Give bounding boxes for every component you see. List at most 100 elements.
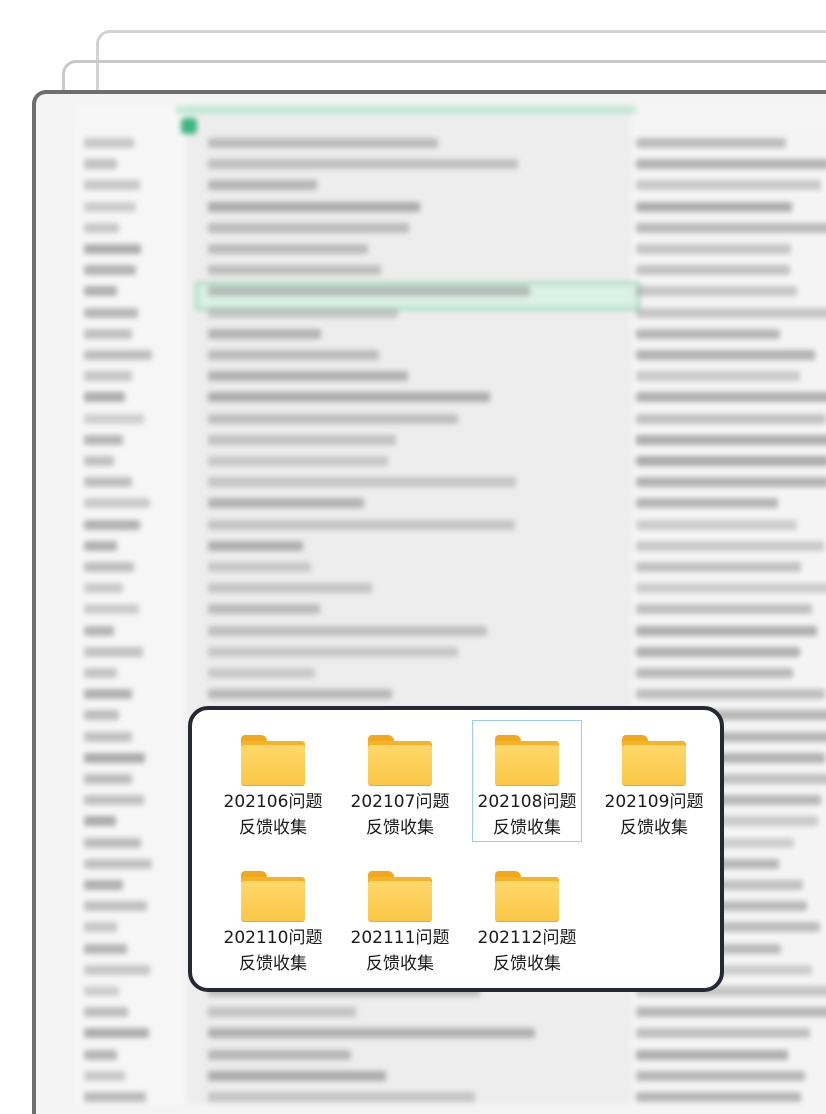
sheet-header-icon [181,118,197,134]
sheet-cell-text [84,1092,146,1102]
sheet-cell-text [208,392,490,403]
sheet-cell-text [208,1028,535,1039]
folder-item[interactable]: 202111问题反馈收集 [345,856,455,978]
sheet-cell-text [208,498,365,509]
sheet-cell-text [84,689,132,700]
sheet-cell-text [636,1007,826,1018]
sheet-cell-text [208,646,458,657]
sheet-cell-text [636,159,826,170]
sheet-header-highlight [176,106,636,114]
sheet-cell-text [208,328,321,339]
folder-item[interactable]: 202112问题反馈收集 [472,856,582,978]
sheet-cell-text [636,371,800,382]
folder-icon [241,871,305,921]
folder-item[interactable]: 202110问题反馈收集 [218,856,328,978]
sheet-cell-text [636,1028,811,1039]
folder-item[interactable]: 202106问题反馈收集 [218,720,328,842]
sheet-cell-text [84,880,124,890]
sheet-cell-text [84,498,150,509]
sheet-cell-text [208,689,393,700]
sheet-cell-text [636,668,793,678]
sheet-cell-text [84,244,141,254]
folder-label: 202108问题反馈收集 [477,792,577,838]
sheet-cell-text [84,1028,150,1039]
sheet-cell-text [636,646,801,657]
sheet-cell-text [636,689,825,700]
folder-item[interactable]: 202107问题反馈收集 [345,720,455,842]
sheet-cell-text [84,964,150,975]
sheet-cell-text [84,625,115,636]
sheet-cell-text [208,1007,356,1018]
folder-label: 202110问题反馈收集 [223,928,323,974]
sheet-cell-text [636,350,816,360]
folder-label: 202111问题反馈收集 [350,928,450,974]
sheet-cell-text [208,562,311,572]
sheet-cell-text [636,540,825,551]
sheet-cell-text [208,1092,475,1102]
sheet-cell-text [84,858,153,869]
sheet-cell-text [636,392,826,403]
sheet-cell-text [208,477,517,488]
sheet-cell-text [84,943,128,954]
folder-icon [495,871,559,921]
sheet-cell-text [636,477,826,488]
folder-item[interactable]: 202108问题反馈收集 [472,720,582,842]
sheet-cell-text [84,307,139,318]
folder-label: 202107问题反馈收集 [350,792,450,838]
folder-label: 202112问题反馈收集 [477,928,577,974]
sheet-cell-text [636,222,826,233]
sheet-cell-text [84,413,144,424]
folder-grid: 202106问题反馈收集 202107问题反馈收集 202108问题反馈收集 2… [218,720,709,978]
sheet-cell-text [208,371,408,382]
sheet-cell-text [208,265,381,276]
sheet-cell-text [208,159,518,170]
sheet-cell-text [84,583,124,594]
sheet-cell-text [636,498,779,509]
sheet-cell-text [636,265,790,276]
sheet-cell-text [208,540,304,551]
sheet-cell-text [208,519,516,530]
sheet-cell-text [84,1049,118,1060]
sheet-cell-text [84,752,146,763]
sheet-cell-text [208,201,420,212]
folder-item[interactable]: 202109问题反馈收集 [599,720,709,842]
sheet-cell-text [84,159,118,170]
sheet-cell-text [208,222,410,233]
sheet-cell-text [636,138,787,148]
folder-icon [368,735,432,785]
sheet-cell-text [84,180,141,191]
sheet-cell-text [636,328,781,339]
sheet-cell-text [208,1070,387,1081]
sheet-cell-text [636,413,826,424]
sheet-cell-text [636,201,792,212]
sheet-cell-text [208,286,530,297]
sheet-cell-text [84,1007,128,1018]
sheet-cell-text [84,922,118,933]
sheet-cell-text [208,350,380,360]
sheet-cell-text [208,668,316,678]
sheet-cell-text [636,456,826,466]
sheet-cell-text [636,604,813,615]
folder-panel: 202106问题反馈收集 202107问题反馈收集 202108问题反馈收集 2… [188,706,724,992]
sheet-cell-text [636,625,817,636]
sheet-cell-text [84,222,119,233]
sheet-cell-text [636,1070,805,1081]
sheet-cell-text [208,180,318,191]
sheet-cell-text [84,774,132,784]
sheet-cell-text [84,710,119,721]
folder-icon [368,871,432,921]
sheet-cell-text [84,901,148,912]
sheet-cell-text [208,413,459,424]
sheet-cell-text [84,646,143,657]
sheet-cell-text [84,668,118,678]
sheet-cell-text [84,286,118,297]
sheet-cell-text [84,392,125,403]
sheet-cell-text [84,350,153,360]
sheet-cell-text [208,456,388,466]
sheet-cell-text [636,583,826,594]
sheet-cell-text [84,519,141,530]
sheet-cell-text [84,562,134,572]
sheet-cell-text [636,1049,789,1060]
sheet-cell-text [84,265,136,276]
sheet-cell-text [208,307,399,318]
